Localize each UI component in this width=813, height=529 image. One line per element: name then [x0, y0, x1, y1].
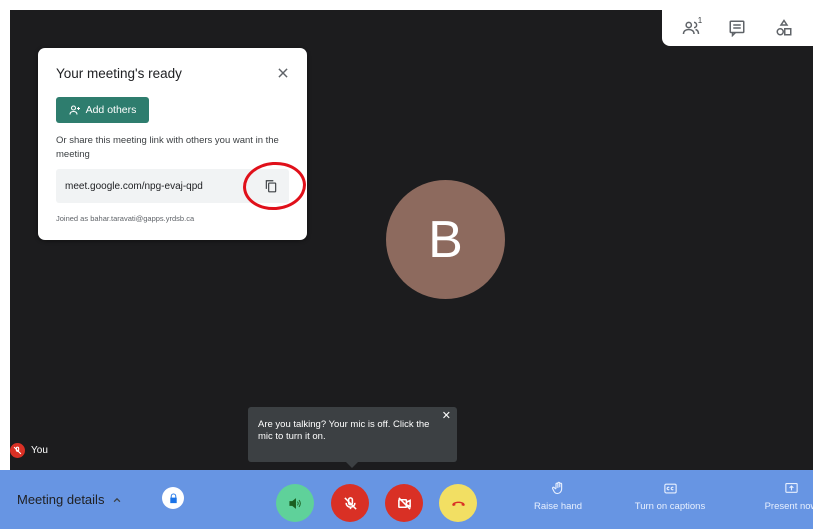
add-others-button[interactable]: Add others — [56, 97, 149, 123]
self-mic-off-indicator — [10, 443, 25, 458]
mic-off-icon — [343, 496, 357, 510]
microphone-toggle-button[interactable] — [331, 484, 369, 522]
self-view-label: You — [10, 443, 48, 458]
tooltip-text: Are you talking? Your mic is off. Click … — [258, 419, 430, 442]
participant-count-badge: 1 — [697, 16, 703, 25]
chat-button[interactable] — [720, 13, 754, 43]
avatar-initial: B — [428, 210, 463, 269]
add-others-label: Add others — [85, 104, 137, 116]
meeting-link[interactable]: meet.google.com/npg-evaj-qpd — [65, 181, 203, 192]
speaker-button[interactable] — [276, 484, 314, 522]
tooltip-close-button[interactable]: ✕ — [442, 410, 451, 423]
mic-off-tooltip: Are you talking? Your mic is off. Click … — [248, 407, 457, 468]
chevron-up-icon — [114, 497, 121, 502]
hang-up-icon — [451, 501, 465, 506]
lock-icon — [169, 492, 177, 503]
participant-avatar: B — [386, 180, 505, 299]
tooltip-arrow — [346, 462, 358, 468]
camera-toggle-button[interactable] — [385, 484, 423, 522]
present-now-button[interactable]: Present now — [756, 481, 813, 512]
leave-call-button[interactable] — [439, 484, 477, 522]
self-name: You — [31, 445, 48, 456]
top-controls: 1 — [662, 10, 813, 46]
card-title: Your meeting's ready — [56, 66, 182, 81]
meeting-details-label: Meeting details — [17, 492, 105, 507]
captions-label: Turn on captions — [634, 501, 706, 512]
chat-icon — [729, 20, 745, 37]
present-screen-icon — [784, 482, 798, 493]
hand-icon — [551, 481, 562, 495]
bottom-control-bar: Meeting details Raise hand Turn on capti… — [0, 470, 813, 529]
participants-button[interactable]: 1 — [674, 13, 708, 43]
activities-button[interactable] — [767, 13, 801, 43]
captions-button[interactable]: Turn on captions — [626, 481, 714, 512]
meeting-details-button[interactable]: Meeting details — [17, 492, 122, 507]
raise-hand-label: Raise hand — [533, 501, 583, 512]
mic-off-icon — [13, 446, 22, 455]
share-instructions: Or share this meeting link with others y… — [56, 135, 279, 160]
joined-as-text: Joined as bahar.taravati@gapps.yrdsb.ca — [56, 214, 195, 223]
shapes-icon — [776, 19, 792, 36]
camera-off-icon — [397, 496, 411, 510]
close-icon — [278, 68, 288, 78]
add-person-icon — [69, 105, 80, 115]
speaker-icon — [288, 497, 301, 509]
meeting-ready-card: Your meeting's ready Add others Or share… — [38, 48, 307, 240]
card-close-button[interactable] — [273, 63, 293, 83]
host-controls-button[interactable] — [162, 487, 184, 509]
raise-hand-button[interactable]: Raise hand — [528, 481, 588, 512]
present-now-label: Present now — [764, 501, 813, 512]
captions-icon — [663, 483, 677, 494]
